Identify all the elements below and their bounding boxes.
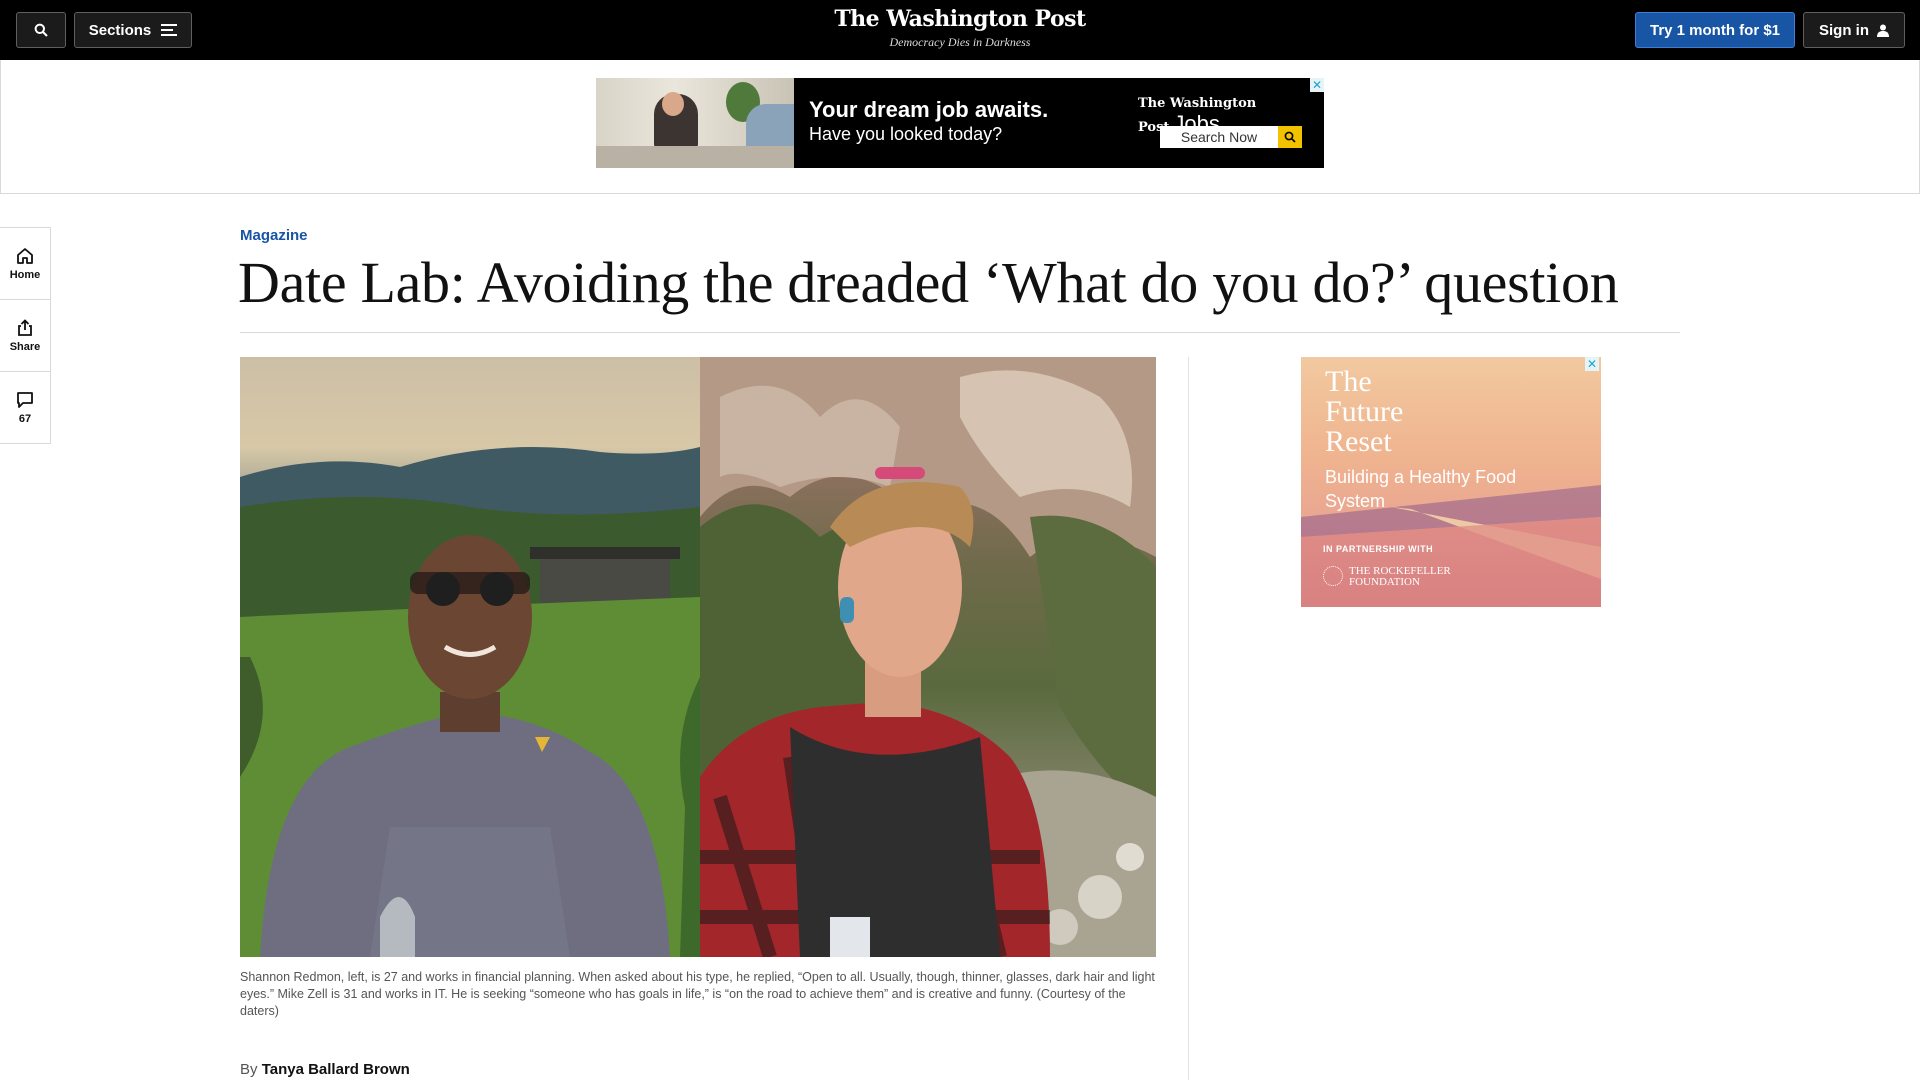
ad-photo-handshake xyxy=(596,78,794,168)
sign-in-label: Sign in xyxy=(1819,21,1869,39)
ad-title: The Future Reset xyxy=(1325,365,1404,458)
search-icon xyxy=(34,23,48,37)
sections-button[interactable]: Sections xyxy=(74,12,192,48)
photo-caption: Shannon Redmon, left, is 27 and works in… xyxy=(240,970,1155,1018)
photo-right-illustration xyxy=(700,357,1156,957)
headline-divider xyxy=(240,332,1680,333)
logo-tagline: Democracy Dies in Darkness xyxy=(889,35,1031,49)
logo-wordmark: The Washington Post xyxy=(834,6,1086,32)
byline-prefix: By xyxy=(240,1061,258,1078)
close-icon[interactable]: ✕ xyxy=(1310,78,1324,92)
ad-search-icon-button[interactable] xyxy=(1278,126,1302,148)
rail-share-label: Share xyxy=(9,340,41,353)
ad-photo-desk xyxy=(596,146,794,168)
ad-subline: Have you looked today? xyxy=(809,124,1003,144)
ad-headline: Your dream job awaits. xyxy=(809,97,1049,122)
article-headline: Date Lab: Avoiding the dreaded ‘What do … xyxy=(238,250,1619,315)
search-icon xyxy=(1284,131,1296,143)
sections-label: Sections xyxy=(88,21,152,39)
ad-foundation-name: THE ROCKEFELLER FOUNDATION xyxy=(1349,565,1451,588)
site-logo[interactable]: The Washington Post Democracy Dies in Da… xyxy=(760,5,1160,49)
column-divider xyxy=(1188,357,1189,1080)
comment-icon xyxy=(17,391,33,408)
ad-partner-label: IN PARTNERSHIP WITH xyxy=(1323,544,1434,554)
future-reset-ad[interactable]: The Future Reset Building a Healthy Food… xyxy=(1301,357,1601,607)
rail-comments[interactable]: 67 xyxy=(0,372,50,443)
foundation-seal-icon xyxy=(1323,566,1343,586)
subscribe-button[interactable]: Try 1 month for $1 xyxy=(1635,12,1795,48)
ad-search-now-button[interactable]: Search Now xyxy=(1160,126,1278,148)
search-button[interactable] xyxy=(16,12,66,48)
byline: By Tanya Ballard Brown xyxy=(240,1061,410,1078)
close-icon[interactable]: ✕ xyxy=(1585,357,1599,371)
jobs-banner-ad[interactable]: Your dream job awaits. Have you looked t… xyxy=(596,78,1324,168)
sign-in-button[interactable]: Sign in xyxy=(1803,12,1905,48)
article-left-rail: Home Share 67 xyxy=(0,227,51,444)
lead-photo xyxy=(240,357,1156,957)
rail-home-label: Home xyxy=(9,268,41,281)
rail-home[interactable]: Home xyxy=(0,228,50,300)
section-kicker-link[interactable]: Magazine xyxy=(240,227,308,244)
home-icon xyxy=(17,247,33,264)
share-icon xyxy=(18,318,32,336)
ad-subtitle: Building a Healthy Food System xyxy=(1325,467,1517,511)
rail-comments-count: 67 xyxy=(18,412,32,425)
author-link[interactable]: Tanya Ballard Brown xyxy=(262,1061,410,1078)
top-navigation-bar: Sections The Washington Post Democracy D… xyxy=(0,0,1920,60)
hamburger-icon xyxy=(161,24,178,36)
ad-photo-face xyxy=(662,92,684,116)
rail-share[interactable]: Share xyxy=(0,300,50,372)
user-icon xyxy=(1877,24,1889,37)
photo-left-person xyxy=(240,357,700,957)
photo-left-illustration xyxy=(240,447,700,957)
photo-right-person xyxy=(700,357,1156,957)
